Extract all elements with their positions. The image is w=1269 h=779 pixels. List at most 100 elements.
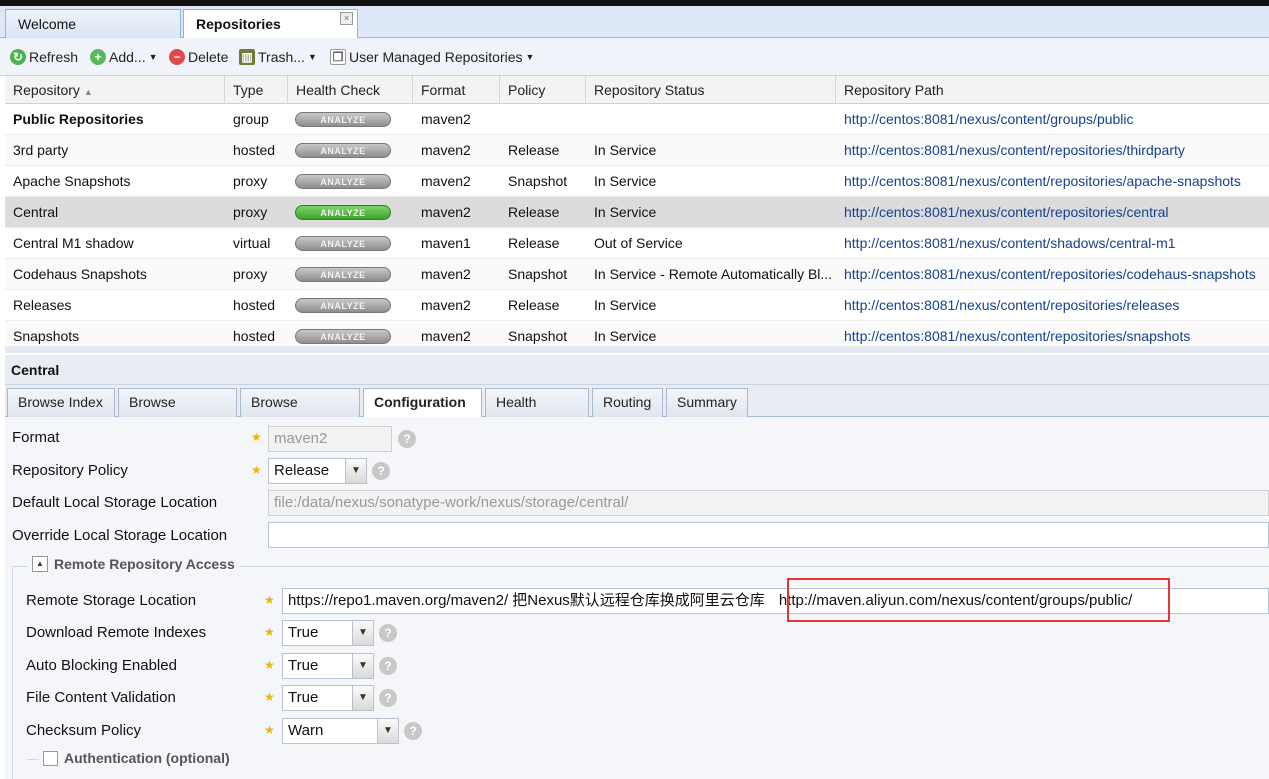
table-row[interactable]: Public Repositories group ANALYZE maven2… <box>5 104 1269 135</box>
chevron-down-icon[interactable]: ▼ <box>352 686 373 710</box>
repo-status: In Service <box>594 204 657 220</box>
table-row[interactable]: 3rd party hosted ANALYZE maven2 Release … <box>5 135 1269 166</box>
chevron-down-icon: ▼ <box>148 52 158 62</box>
table-row[interactable]: Apache Snapshots proxy ANALYZE maven2 Sn… <box>5 166 1269 197</box>
column-header-type[interactable]: Type <box>225 76 288 104</box>
repo-type: hosted <box>233 142 276 158</box>
repo-path-link[interactable]: http://centos:8081/nexus/content/reposit… <box>836 197 1269 228</box>
repo-path-link[interactable]: http://centos:8081/nexus/content/groups/… <box>836 104 1269 135</box>
required-star-icon: ★ <box>264 690 275 704</box>
table-row[interactable]: Releases hosted ANALYZE maven2 Release I… <box>5 290 1269 321</box>
refresh-label: Refresh <box>29 49 79 65</box>
analyze-button[interactable]: ANALYZE <box>295 267 391 282</box>
file-validation-select[interactable]: True ▼ <box>282 685 374 711</box>
tab-repositories[interactable]: Repositories × <box>183 9 358 41</box>
tab-browse-remote[interactable]: Browse Remote <box>118 388 237 437</box>
refresh-button[interactable]: ↻ Refresh <box>10 47 78 67</box>
repo-path-link[interactable]: http://centos:8081/nexus/content/shadows… <box>836 228 1269 259</box>
column-header-repository[interactable]: Repository ▲ <box>5 76 225 104</box>
analyze-button[interactable]: ANALYZE <box>295 236 391 251</box>
trash-button[interactable]: ▥ Trash... ▼ <box>239 47 317 67</box>
repo-type: virtual <box>233 235 271 251</box>
tab-routing[interactable]: Routing <box>592 388 663 417</box>
repo-status: In Service <box>594 328 657 344</box>
auto-blocking-select[interactable]: True ▼ <box>282 653 374 679</box>
user-managed-repositories-button[interactable]: ❐ User Managed Repositories ▼ <box>330 47 534 67</box>
repo-path-link[interactable]: http://centos:8081/nexus/content/reposit… <box>836 135 1269 166</box>
tab-health-check[interactable]: Health Check <box>485 388 589 437</box>
help-icon[interactable]: ? <box>379 689 397 707</box>
analyze-button[interactable]: ANALYZE <box>295 174 391 189</box>
column-header-policy[interactable]: Policy <box>500 76 586 104</box>
help-icon[interactable]: ? <box>398 430 416 448</box>
repository-policy-select[interactable]: Release ▼ <box>268 458 367 484</box>
file-validation-label: File Content Validation <box>26 689 176 706</box>
tab-summary[interactable]: Summary <box>666 388 748 417</box>
column-header-repository-path[interactable]: Repository Path <box>836 76 1269 104</box>
chevron-down-icon[interactable]: ▼ <box>377 719 398 743</box>
repo-policy: Release <box>508 297 560 313</box>
column-header-format[interactable]: Format <box>413 76 500 104</box>
analyze-button[interactable]: ANALYZE <box>295 329 391 344</box>
tab-welcome[interactable]: Welcome <box>5 9 181 39</box>
repo-type: proxy <box>233 204 268 220</box>
add-button[interactable]: + Add... ▼ <box>90 47 158 67</box>
download-indexes-value: True <box>288 624 319 641</box>
remote-location-value: https://repo1.maven.org/maven2/ 把Nexus默认… <box>288 592 765 609</box>
analyze-button[interactable]: ANALYZE <box>295 112 391 127</box>
repo-name: Central M1 shadow <box>13 235 134 251</box>
repo-path-link[interactable]: http://centos:8081/nexus/content/reposit… <box>836 321 1269 346</box>
repo-name: 3rd party <box>13 142 69 158</box>
checksum-policy-select[interactable]: Warn ▼ <box>282 718 399 744</box>
tab-configuration[interactable]: Configuration <box>363 388 482 418</box>
repo-type: proxy <box>233 173 268 189</box>
repo-policy: Release <box>508 204 560 220</box>
help-icon[interactable]: ? <box>372 462 390 480</box>
tab-browse-index[interactable]: Browse Index <box>7 388 115 417</box>
chevron-down-icon[interactable]: ▼ <box>345 459 366 483</box>
help-icon[interactable]: ? <box>404 722 422 740</box>
auto-blocking-label: Auto Blocking Enabled <box>26 657 177 674</box>
repo-status: In Service <box>594 173 657 189</box>
tab-welcome-label: Welcome <box>18 16 77 32</box>
repo-type: proxy <box>233 266 268 282</box>
repo-status: In Service <box>594 142 657 158</box>
file-validation-value: True <box>288 689 319 706</box>
download-indexes-select[interactable]: True ▼ <box>282 620 374 646</box>
help-icon[interactable]: ? <box>379 624 397 642</box>
delete-label: Delete <box>188 49 229 65</box>
repo-status <box>586 104 836 135</box>
format-label: Format <box>12 429 60 446</box>
close-icon[interactable]: × <box>340 12 353 25</box>
delete-icon: − <box>169 49 185 65</box>
required-star-icon: ★ <box>264 723 275 737</box>
override-storage-input[interactable] <box>268 522 1269 548</box>
repo-name: Central <box>13 204 59 220</box>
table-row[interactable]: Snapshots hosted ANALYZE maven2 Snapshot… <box>5 321 1269 347</box>
collapse-icon[interactable]: ▲ <box>32 556 48 572</box>
repo-status: In Service <box>594 297 657 313</box>
format-field: maven2 <box>268 426 392 452</box>
chevron-down-icon[interactable]: ▼ <box>352 621 373 645</box>
help-icon[interactable]: ? <box>379 657 397 675</box>
column-header-repository-status[interactable]: Repository Status <box>586 76 836 104</box>
repo-path-link[interactable]: http://centos:8081/nexus/content/reposit… <box>836 259 1269 290</box>
delete-button[interactable]: − Delete <box>169 47 228 67</box>
repo-name: Apache Snapshots <box>13 173 131 189</box>
table-row[interactable]: Central M1 shadow virtual ANALYZE maven1… <box>5 228 1269 259</box>
authentication-checkbox[interactable] <box>43 750 58 766</box>
analyze-button[interactable]: ANALYZE <box>295 143 391 158</box>
table-row[interactable]: Codehaus Snapshots proxy ANALYZE maven2 … <box>5 259 1269 290</box>
repo-type: hosted <box>233 297 276 313</box>
column-header-health-check[interactable]: Health Check <box>288 76 413 104</box>
analyze-button[interactable]: ANALYZE <box>295 205 391 220</box>
panel-splitter[interactable] <box>5 347 1269 353</box>
repo-path-link[interactable]: http://centos:8081/nexus/content/reposit… <box>836 166 1269 197</box>
repo-format: maven2 <box>421 297 471 313</box>
chevron-down-icon[interactable]: ▼ <box>352 654 373 678</box>
tab-browse-storage[interactable]: Browse Storage <box>240 388 360 437</box>
table-row-selected[interactable]: Central proxy ANALYZE maven2 Release In … <box>5 197 1269 228</box>
repo-path-link[interactable]: http://centos:8081/nexus/content/reposit… <box>836 290 1269 321</box>
main-tab-bar: Welcome Repositories × <box>0 0 1269 41</box>
analyze-button[interactable]: ANALYZE <box>295 298 391 313</box>
